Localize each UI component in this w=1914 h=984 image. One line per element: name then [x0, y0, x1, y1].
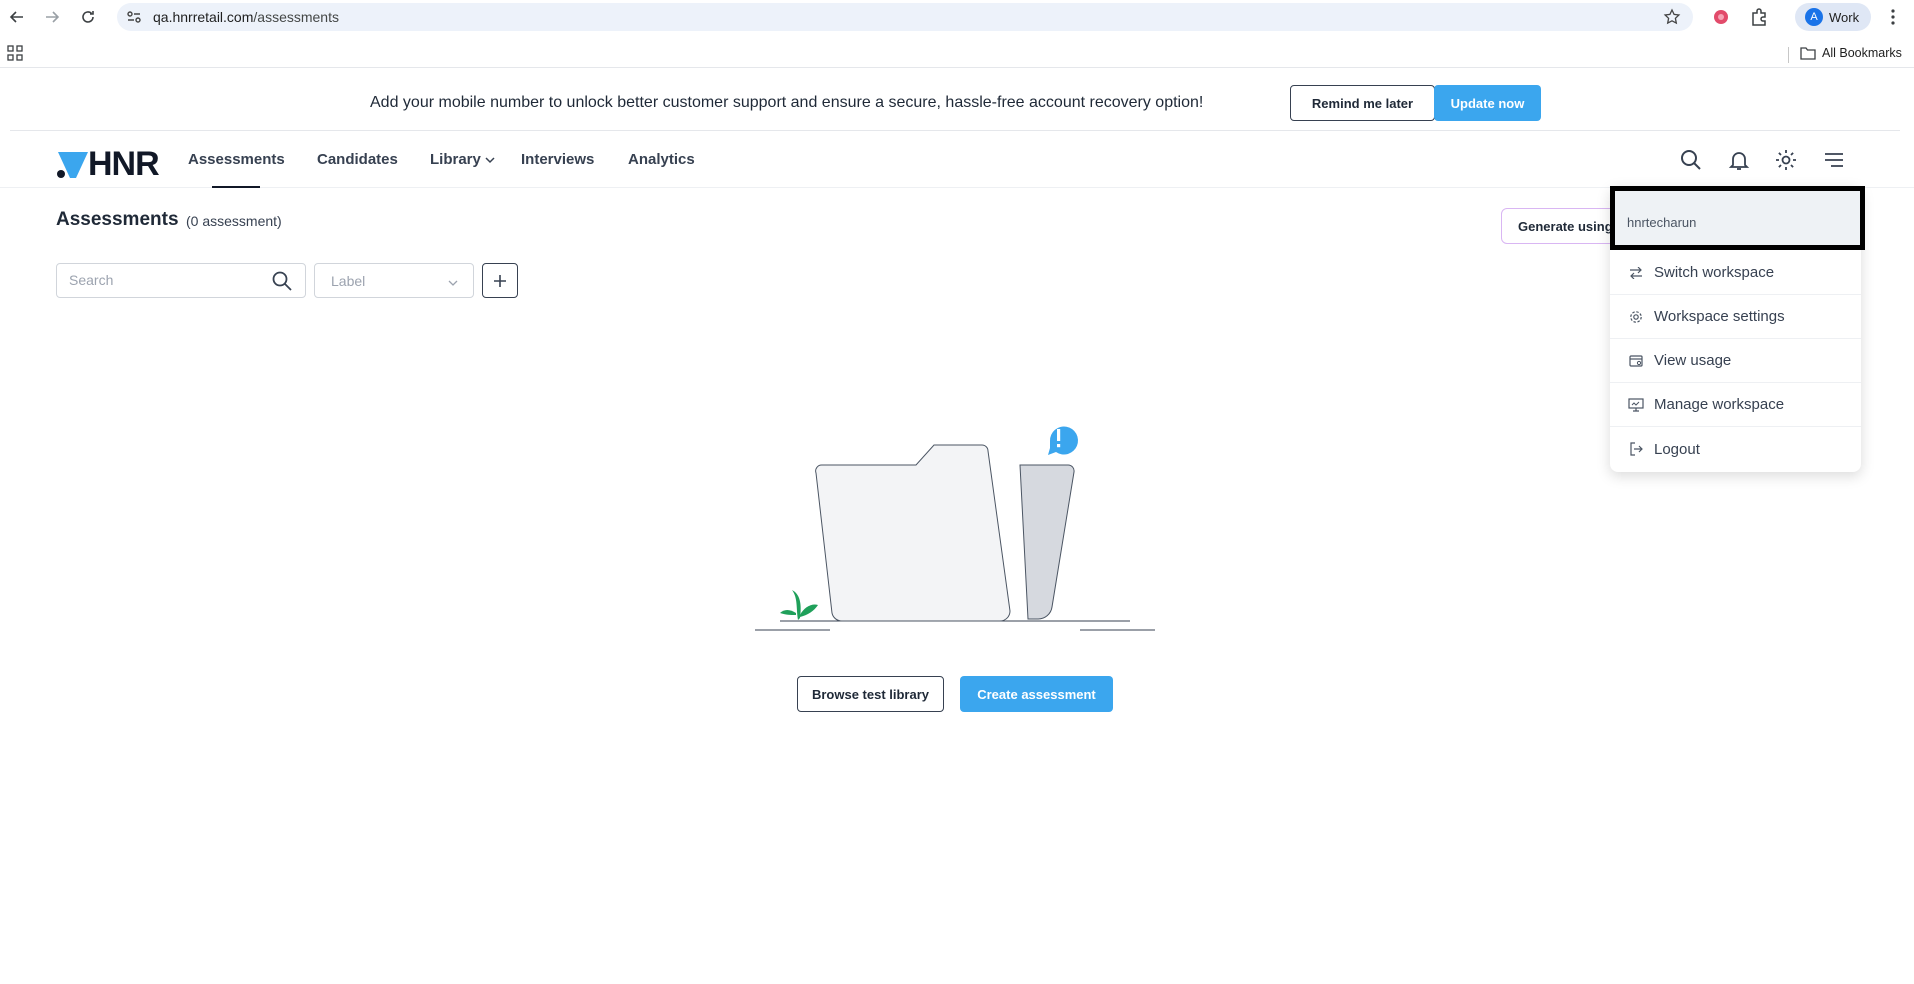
gear-icon[interactable]	[1774, 148, 1798, 172]
chevron-down-icon	[485, 156, 495, 163]
chevron-down-icon	[447, 276, 459, 288]
empty-folder-illustration	[750, 405, 1160, 635]
bell-icon[interactable]	[1727, 148, 1751, 172]
nav-library[interactable]: Library	[430, 151, 495, 168]
bookmarks-separator	[1788, 47, 1789, 63]
extensions-puzzle-icon[interactable]	[1749, 7, 1769, 27]
bookmark-star-icon[interactable]	[1663, 8, 1681, 26]
menu-item-switch-workspace[interactable]: Switch workspace	[1610, 251, 1861, 295]
label-placeholder: Label	[331, 273, 366, 289]
logout-icon	[1628, 441, 1644, 457]
username-label: hnrtecharun	[1627, 215, 1697, 230]
nav-candidates[interactable]: Candidates	[317, 151, 398, 168]
page-title: Assessments	[56, 209, 179, 230]
nav-analytics[interactable]: Analytics	[628, 151, 695, 168]
profile-label: Work	[1829, 10, 1860, 25]
all-bookmarks-button[interactable]: All Bookmarks	[1800, 44, 1902, 62]
profile-button[interactable]: A Work	[1795, 3, 1871, 31]
bookmarks-bar: All Bookmarks	[0, 38, 1914, 68]
create-assessment-button[interactable]: Create assessment	[960, 676, 1113, 712]
address-bar[interactable]: qa.hnrretail.com/assessments	[117, 3, 1693, 31]
forward-icon[interactable]	[42, 7, 62, 27]
apps-grid-icon[interactable]	[7, 45, 23, 61]
search-field[interactable]	[56, 263, 306, 298]
hnr-logo[interactable]: HNR	[56, 145, 160, 184]
site-info-icon[interactable]	[125, 8, 143, 26]
username-item[interactable]: hnrtecharun	[1610, 186, 1865, 250]
switch-icon	[1628, 265, 1644, 281]
reload-icon[interactable]	[78, 7, 98, 27]
plus-icon	[494, 274, 506, 287]
back-icon[interactable]	[7, 7, 27, 27]
avatar: A	[1805, 8, 1823, 26]
menu-item-logout[interactable]: Logout	[1610, 427, 1861, 471]
update-now-button[interactable]: Update now	[1434, 85, 1541, 121]
search-input[interactable]	[69, 272, 259, 288]
mobile-number-banner: Add your mobile number to unlock better …	[10, 75, 1900, 131]
menu-item-view-usage[interactable]: View usage	[1610, 339, 1861, 383]
banner-message: Add your mobile number to unlock better …	[370, 94, 1204, 111]
extension-flower-icon[interactable]	[1711, 7, 1731, 27]
search-icon[interactable]	[271, 270, 293, 292]
menu-item-workspace-settings[interactable]: Workspace settings	[1610, 295, 1861, 339]
nav-interviews[interactable]: Interviews	[521, 151, 594, 168]
monitor-icon	[1628, 397, 1644, 413]
browser-menu-icon[interactable]	[1884, 8, 1902, 26]
url-text: qa.hnrretail.com/assessments	[153, 9, 339, 25]
label-select[interactable]: Label	[314, 263, 474, 298]
logo-mark-icon	[57, 151, 88, 178]
assessment-count: (0 assessment)	[186, 213, 282, 229]
active-tab-indicator	[212, 186, 260, 188]
search-icon[interactable]	[1679, 148, 1703, 172]
menu-lines-icon[interactable]	[1822, 148, 1846, 172]
nav-assessments[interactable]: Assessments	[188, 151, 285, 168]
gear-icon	[1628, 309, 1644, 325]
menu-item-manage-workspace[interactable]: Manage workspace	[1610, 383, 1861, 427]
folder-icon	[1800, 47, 1816, 60]
remind-later-button[interactable]: Remind me later	[1290, 85, 1435, 121]
app-header: HNR Assessments Candidates Library Inter…	[0, 132, 1914, 188]
add-label-button[interactable]	[482, 263, 518, 298]
browser-toolbar: qa.hnrretail.com/assessments A Work	[0, 0, 1914, 34]
browse-test-library-button[interactable]: Browse test library	[797, 676, 944, 712]
usage-icon	[1628, 353, 1644, 369]
